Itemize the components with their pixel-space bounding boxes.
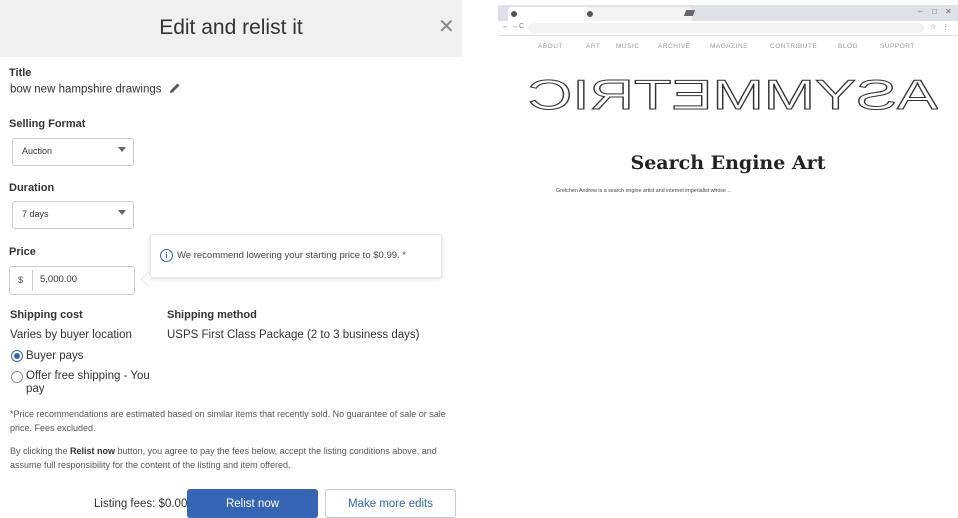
site-nav: ABOUT ART MUSIC ARCHIVE MAGAZINE CONTRIB… xyxy=(498,43,958,55)
url-field[interactable] xyxy=(528,23,924,33)
nav-item-archive[interactable]: ARCHIVE xyxy=(658,43,690,50)
nav-item-art[interactable]: ART xyxy=(586,43,600,50)
tab-2[interactable] xyxy=(584,7,692,21)
new-tab-icon[interactable] xyxy=(683,10,696,16)
buyer-pays-label[interactable]: Buyer pays xyxy=(26,350,84,362)
chevron-down-icon xyxy=(118,210,126,215)
tab-bar: – □ ✕ xyxy=(498,5,958,21)
tab-1[interactable] xyxy=(508,7,592,21)
site-paragraph: Gretchen Andrew is a search engine artis… xyxy=(556,188,732,194)
divider xyxy=(32,270,33,291)
nav-item-about[interactable]: ABOUT xyxy=(538,43,563,50)
logo-text: ASYMMETRIC xyxy=(528,75,938,115)
nav-item-blog[interactable]: BLOG xyxy=(838,43,858,50)
selling-format-select[interactable]: Auction xyxy=(12,138,134,166)
listing-title-text: bow new hampshire drawings xyxy=(10,83,162,96)
close-window-icon[interactable]: ✕ xyxy=(945,7,952,16)
agreement-prefix: By clicking the xyxy=(10,446,71,456)
favicon-icon xyxy=(511,11,517,17)
site-logo[interactable]: ASYMMETRIC xyxy=(528,75,938,115)
nav-item-contribute[interactable]: CONTRIBUTE xyxy=(770,43,817,50)
back-icon[interactable]: ← xyxy=(502,23,509,30)
shipping-cost-label: Shipping cost xyxy=(10,309,83,321)
menu-icon[interactable]: ⋮ xyxy=(942,23,949,31)
reload-icon[interactable]: C xyxy=(519,23,524,30)
chevron-down-icon xyxy=(118,147,126,152)
currency-symbol: $ xyxy=(18,275,24,285)
minimize-icon[interactable]: – xyxy=(918,7,922,16)
duration-select[interactable]: 7 days xyxy=(12,201,134,229)
info-icon: i xyxy=(160,249,173,262)
free-shipping-label[interactable]: Offer free shipping - You pay xyxy=(26,370,151,396)
browser-screenshot: – □ ✕ ← → C ☆ ⋮ ABOUT ART MUSIC ARCHIVE … xyxy=(498,5,958,245)
agreement-text: By clicking the Relist now button, you a… xyxy=(10,444,450,472)
price-recommendation-tip: i We recommend lowering your starting pr… xyxy=(150,234,442,278)
price-input[interactable] xyxy=(36,270,136,289)
make-more-edits-button[interactable]: Make more edits xyxy=(325,489,456,518)
listing-fees: Listing fees: $0.00 xyxy=(94,498,188,510)
relist-dialog: Edit and relist it ✕ Title bow new hamps… xyxy=(0,0,462,518)
shipping-method-label: Shipping method xyxy=(167,309,257,321)
favicon-icon xyxy=(587,11,593,17)
duration-label: Duration xyxy=(9,182,55,194)
price-field: $ xyxy=(9,266,136,295)
price-label: Price xyxy=(9,246,36,258)
close-icon[interactable]: ✕ xyxy=(438,17,455,37)
shipping-cost-value: Varies by buyer location xyxy=(10,329,132,341)
selling-format-value: Auction xyxy=(22,146,53,156)
dialog-header: Edit and relist it ✕ xyxy=(0,0,462,57)
star-icon[interactable]: ☆ xyxy=(930,23,936,31)
nav-item-support[interactable]: SUPPORT xyxy=(880,43,915,50)
site-heading: Search Engine Art xyxy=(630,152,826,174)
duration-value: 7 days xyxy=(22,209,49,219)
nav-item-music[interactable]: MUSIC xyxy=(616,43,639,50)
address-bar: ← → C ☆ ⋮ xyxy=(498,21,958,36)
shipping-method-value: USPS First Class Package (2 to 3 busines… xyxy=(167,329,420,341)
free-shipping-radio[interactable] xyxy=(11,371,23,383)
selling-format-label: Selling Format xyxy=(9,118,86,130)
forward-icon[interactable]: → xyxy=(511,23,518,30)
buyer-pays-radio[interactable] xyxy=(11,350,23,362)
dialog-title: Edit and relist it xyxy=(159,16,303,39)
price-disclaimer: *Price recommendations are estimated bas… xyxy=(10,409,446,433)
pencil-edit-icon[interactable] xyxy=(169,82,181,97)
title-label: Title xyxy=(9,67,32,79)
tip-text: We recommend lowering your starting pric… xyxy=(177,250,406,261)
relist-now-button[interactable]: Relist now xyxy=(187,489,318,518)
nav-item-magazine[interactable]: MAGAZINE xyxy=(710,43,748,50)
maximize-icon[interactable]: □ xyxy=(932,7,937,16)
listing-title: bow new hampshire drawings xyxy=(10,82,181,97)
agreement-relist-bold: Relist now xyxy=(70,446,116,456)
